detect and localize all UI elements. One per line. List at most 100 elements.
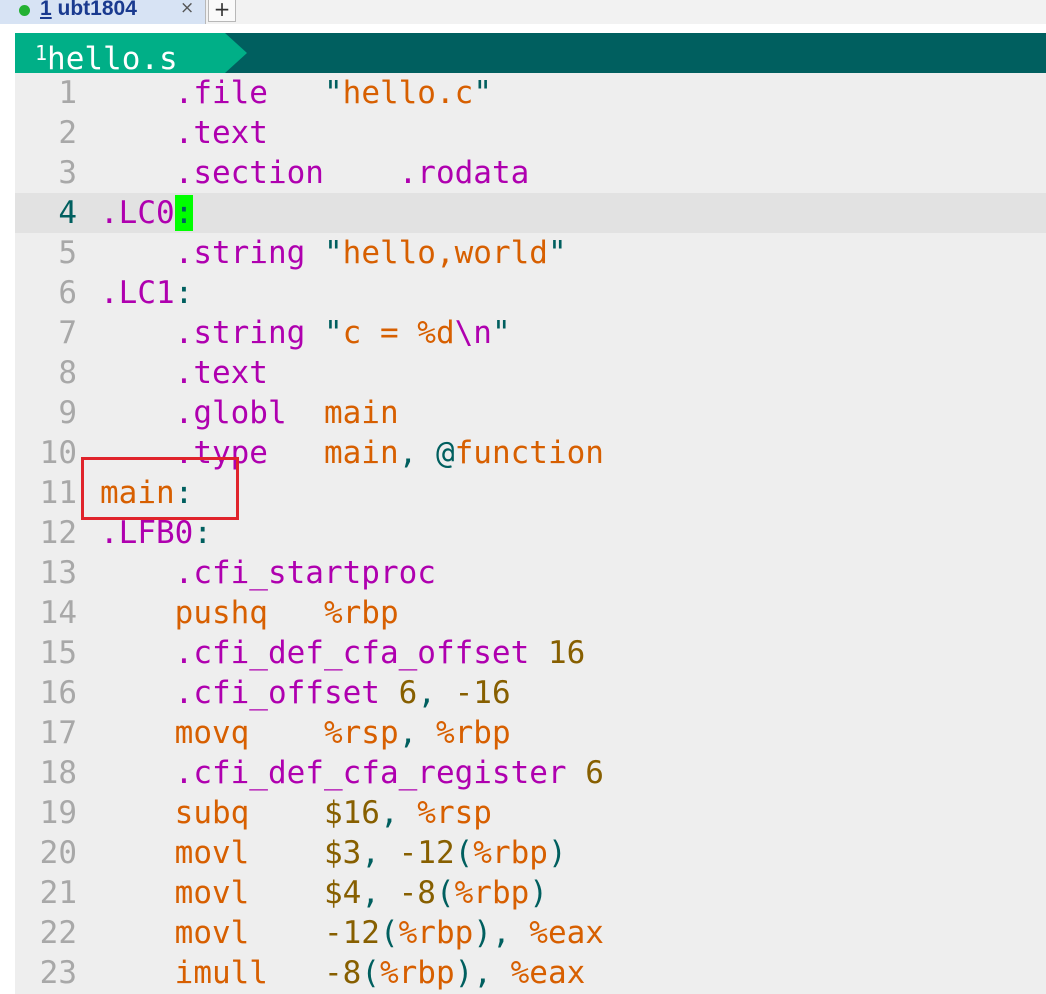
vim-buffer-line: 1hello.s	[15, 33, 1046, 77]
code-token: "	[323, 75, 343, 111]
line-number: 10	[39, 435, 77, 471]
add-tab-button[interactable]: +	[208, 0, 236, 22]
code-token: .cfi_startproc	[174, 555, 436, 591]
buffer-index: 1	[35, 41, 48, 65]
code-token: $4	[323, 875, 362, 911]
line-number: 16	[39, 675, 77, 711]
code-text: .LC1:	[100, 273, 193, 313]
code-text: .cfi_def_cfa_register 6	[100, 753, 604, 793]
code-line[interactable]: 18 .cfi_def_cfa_register 6	[15, 753, 1046, 793]
code-line[interactable]: 21 movl $4, -8(%rbp)	[15, 873, 1046, 913]
code-line[interactable]: 13 .cfi_startproc	[15, 553, 1046, 593]
line-number: 2	[58, 115, 77, 151]
code-line[interactable]: 2 .text	[15, 113, 1046, 153]
buffer-filename: hello.s	[47, 41, 178, 77]
code-token: "	[323, 235, 343, 271]
code-token: movl	[174, 915, 250, 951]
line-number: 14	[39, 595, 77, 631]
code-token: \n	[454, 315, 492, 351]
code-token: ,	[361, 835, 399, 871]
code-line[interactable]: 14 pushq %rbp	[15, 593, 1046, 633]
code-token: %rbp	[435, 715, 511, 751]
code-line[interactable]: 22 movl -12(%rbp), %eax	[15, 913, 1046, 953]
code-text: movl $4, -8(%rbp)	[100, 873, 548, 913]
code-token: %rbp	[473, 835, 548, 871]
code-token: (	[361, 955, 380, 991]
code-lines[interactable]: 1 .file "hello.c" 2 .text 3 .section .roda…	[15, 73, 1046, 993]
code-line[interactable]: 7 .string "c = %d\n"	[15, 313, 1046, 353]
code-token: ,	[473, 955, 511, 991]
code-token: ,	[379, 795, 418, 831]
code-line[interactable]: 9 .globl main	[15, 393, 1046, 433]
code-token: ,	[398, 435, 436, 471]
line-number: 11	[39, 475, 77, 511]
code-line[interactable]: 17 movq %rsp, %rbp	[15, 713, 1046, 753]
code-token: )	[454, 955, 474, 991]
line-number: 4	[58, 195, 77, 231]
close-icon[interactable]: ×	[180, 0, 194, 18]
line-number: 9	[58, 395, 77, 431]
code-token: -12	[398, 835, 455, 871]
code-token: )	[547, 835, 567, 871]
code-text: .LC0:	[100, 193, 194, 233]
code-line[interactable]: 1 .file "hello.c"	[15, 73, 1046, 113]
terminal-tab-ubt1804[interactable]: 1 ubt1804 ×	[0, 0, 206, 24]
code-token: movl	[174, 835, 250, 871]
code-line[interactable]: 20 movl $3, -12(%rbp)	[15, 833, 1046, 873]
code-token: ,	[417, 675, 455, 711]
code-line[interactable]: 16 .cfi_offset 6, -16	[15, 673, 1046, 713]
buffer-tab-arrow	[225, 33, 247, 73]
code-token: .string	[174, 235, 306, 271]
code-token: "	[547, 235, 567, 271]
code-line[interactable]: 15 .cfi_def_cfa_offset 16	[15, 633, 1046, 673]
line-number: 3	[58, 155, 77, 191]
code-token: main	[323, 395, 399, 431]
code-token: subq	[174, 795, 250, 831]
code-line[interactable]: 3 .section .rodata	[15, 153, 1046, 193]
code-token: .string	[174, 315, 306, 351]
line-number: 20	[39, 835, 77, 871]
code-token: .LC0	[100, 195, 175, 231]
buffer-tab-hello-s[interactable]: 1hello.s	[15, 33, 225, 77]
code-line[interactable]: 4 .LC0:	[15, 193, 1046, 233]
code-token: .file	[174, 75, 268, 111]
code-token: hello.c	[342, 75, 474, 111]
line-number: 13	[39, 555, 77, 591]
line-number: 15	[39, 635, 77, 671]
line-number: 18	[39, 755, 77, 791]
code-token: .cfi_def_cfa_register	[174, 755, 567, 791]
code-line[interactable]: 6 .LC1:	[15, 273, 1046, 313]
code-token: %rbp	[398, 915, 474, 951]
code-line[interactable]: 8 .text	[15, 353, 1046, 393]
code-text: movl -12(%rbp), %eax	[100, 913, 604, 953]
code-token: .cfi_offset	[174, 675, 380, 711]
code-line[interactable]: 19 subq $16, %rsp	[15, 793, 1046, 833]
line-number: 12	[39, 515, 77, 551]
line-number: 5	[58, 235, 77, 271]
code-token: 16	[547, 635, 586, 671]
line-number: 21	[39, 875, 77, 911]
line-number: 7	[58, 315, 77, 351]
code-line[interactable]: 23 imull -8(%rbp), %eax	[15, 953, 1046, 993]
code-token: ,	[361, 875, 399, 911]
line-number: 17	[39, 715, 77, 751]
code-line[interactable]: 5 .string "hello,world"	[15, 233, 1046, 273]
annotation-highlight-box	[81, 457, 239, 520]
code-text: .globl main	[100, 393, 399, 433]
code-token: .LC1	[100, 275, 175, 311]
